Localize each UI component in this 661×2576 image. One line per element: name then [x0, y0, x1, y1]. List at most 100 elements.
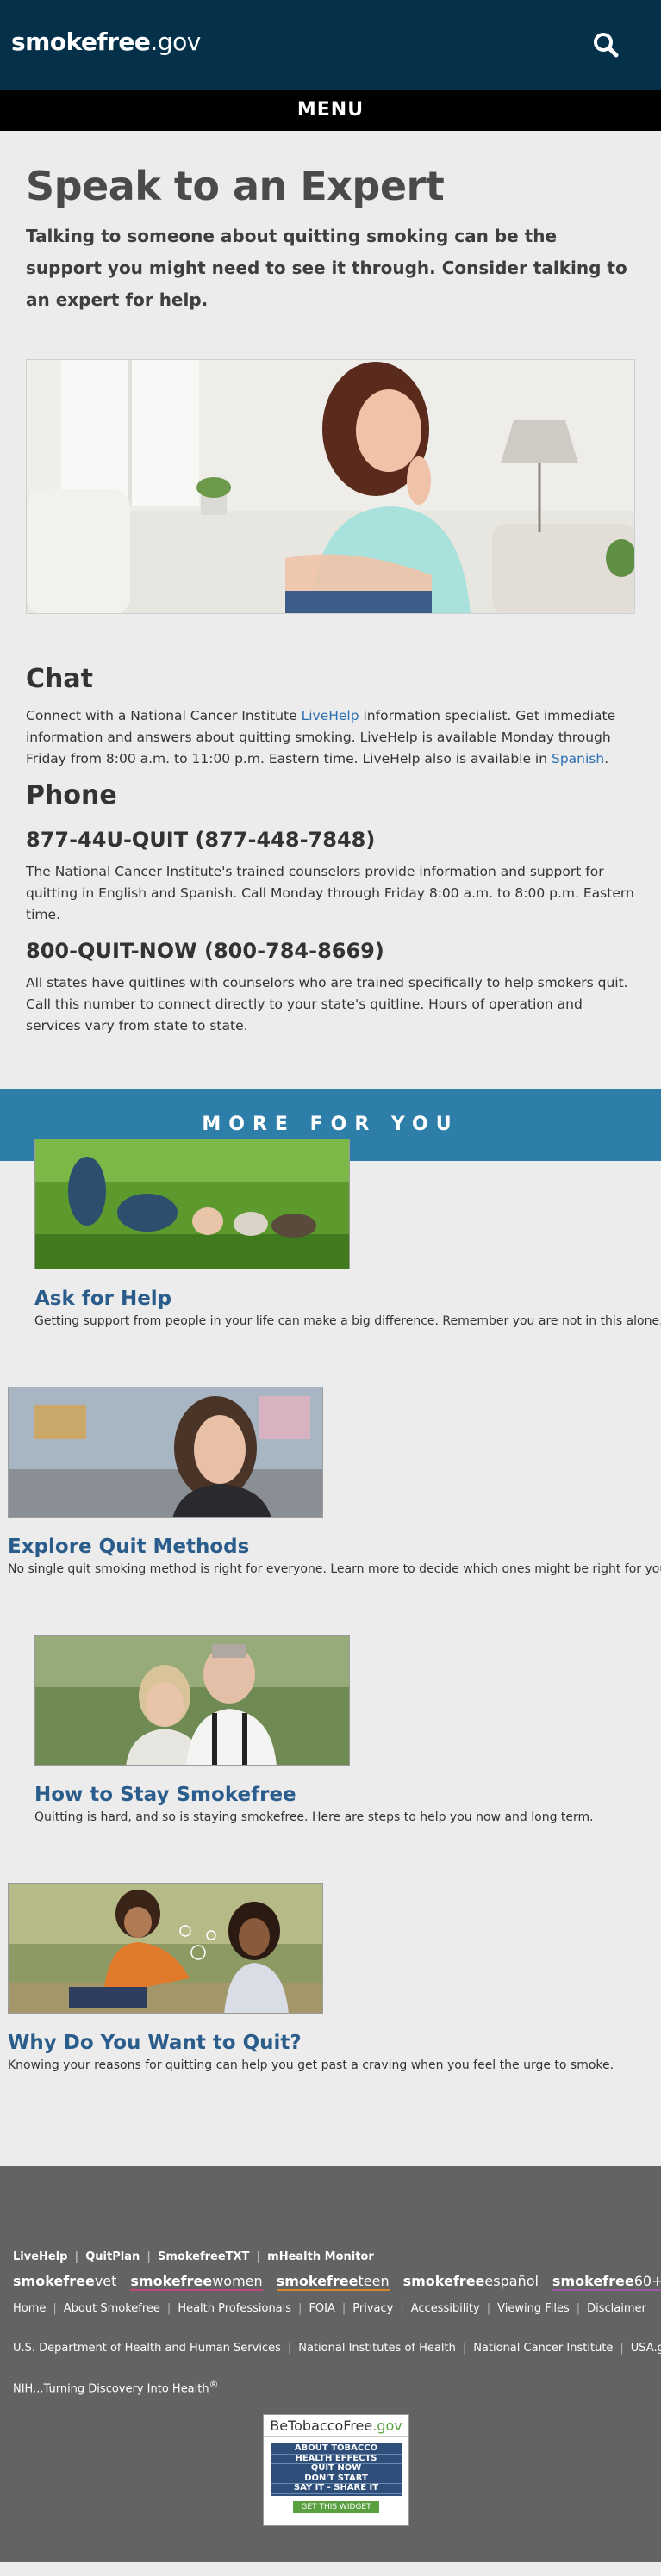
widget-menu: ABOUT TOBACCO HEALTH EFFECTS QUIT NOW DO…: [271, 2443, 402, 2496]
page-lead: Talking to someone about quitting smokin…: [26, 226, 627, 310]
footer-links-row: Home | About Smokefree | Health Professional…: [13, 2302, 646, 2315]
phone-number-quitline[interactable]: 800-QUIT-NOW (800-784-8669): [26, 936, 635, 965]
card-title[interactable]: Ask for Help: [34, 1287, 661, 1311]
card-description: Quitting is hard, and so is staying smok…: [34, 1810, 594, 1824]
search-button[interactable]: [592, 31, 620, 59]
tagline-text: NIH...Turning Discovery Into Health: [13, 2382, 209, 2396]
brand-bold: smokefree: [130, 2273, 213, 2289]
separator: |: [341, 2302, 346, 2315]
site-header: smokefree.gov: [0, 0, 661, 90]
phone-text-quitline: All states have quitlines with counselor…: [26, 975, 628, 1034]
card-title[interactable]: Explore Quit Methods: [8, 1535, 661, 1559]
separator: |: [287, 2342, 292, 2355]
betobaccofree-widget[interactable]: BeTobaccoFree.gov ABOUT TOBACCO HEALTH E…: [263, 2414, 409, 2526]
page-title: Speak to an Expert: [26, 163, 445, 209]
brand-bold: smokefree: [552, 2273, 634, 2289]
card-description: Knowing your reasons for quitting can he…: [8, 2058, 614, 2072]
woman-on-phone-illustration: [27, 360, 634, 613]
footer-link-hhs[interactable]: U.S. Department of Health and Human Serv…: [13, 2342, 281, 2355]
card-image[interactable]: [8, 1883, 323, 2014]
card-description: Getting support from people in your life…: [34, 1314, 661, 1328]
widget-item-quit-now[interactable]: QUIT NOW: [271, 2463, 402, 2474]
card-image[interactable]: [34, 1139, 350, 1269]
brand-rest: vet: [94, 2273, 117, 2289]
get-widget-button[interactable]: GET THIS WIDGET: [293, 2500, 379, 2513]
footer-link-accessibility[interactable]: Accessibility: [411, 2302, 480, 2315]
menu-button[interactable]: MENU: [0, 90, 661, 131]
separator: |: [400, 2302, 404, 2315]
spanish-link[interactable]: Spanish: [552, 751, 604, 767]
brand-link-teen[interactable]: smokefreeteen: [276, 2273, 390, 2291]
footer-link-nci[interactable]: National Cancer Institute: [473, 2342, 613, 2355]
footer-link-health-professionals[interactable]: Health Professionals: [178, 2302, 291, 2315]
hero-image: [26, 359, 635, 614]
separator: |: [147, 2250, 151, 2263]
chat-text-part-1: Connect with a National Cancer Institute: [26, 708, 302, 723]
brand-rest: español: [484, 2273, 539, 2289]
livehelp-link[interactable]: LiveHelp: [302, 708, 359, 723]
site-footer: LiveHelp | QuitPlan | SmokefreeTXT | mHealth M…: [0, 2166, 661, 2562]
phone-number-nci[interactable]: 877-44U-QUIT (877-448-7848): [26, 825, 635, 854]
footer-tools-row: LiveHelp | QuitPlan | SmokefreeTXT | mHealth M…: [13, 2250, 374, 2263]
footer-link-smokefreetxt[interactable]: SmokefreeTXT: [158, 2250, 249, 2263]
footer-tagline[interactable]: NIH...Turning Discovery Into Health®: [13, 2379, 218, 2395]
card-image[interactable]: [8, 1387, 323, 1518]
brand-rest: 60+: [633, 2273, 661, 2289]
card-ask-for-help: Ask for Help Getting support from people…: [34, 1139, 661, 1330]
brand-rest: teen: [358, 2273, 390, 2289]
footer-link-livehelp[interactable]: LiveHelp: [13, 2250, 68, 2263]
logo-bold: smokefree: [11, 28, 151, 56]
card-image[interactable]: [34, 1635, 350, 1766]
brand-bold: smokefree: [402, 2273, 485, 2289]
footer-link-viewing-files[interactable]: Viewing Files: [497, 2302, 570, 2315]
mother-daughter-bubbles-illustration: [9, 1884, 322, 2013]
older-couple-illustration: [35, 1636, 349, 1765]
footer-link-privacy[interactable]: Privacy: [352, 2302, 393, 2315]
widget-item-say-it-share-it[interactable]: SAY IT - SHARE IT: [271, 2483, 402, 2494]
site-logo[interactable]: smokefree.gov: [11, 28, 201, 56]
footer-link-usagov[interactable]: USA.gov: [631, 2342, 661, 2355]
phone-text-nci: The National Cancer Institute's trained …: [26, 864, 634, 922]
tagline-registered-mark: ®: [209, 2379, 219, 2390]
separator: |: [256, 2250, 261, 2263]
separator: |: [620, 2342, 624, 2355]
widget-title-domain: .gov: [372, 2418, 402, 2434]
main-content: Speak to an Expert Talking to someone ab…: [0, 162, 661, 1037]
search-icon: [594, 33, 619, 58]
woman-portrait-illustration: [9, 1387, 322, 1517]
separator: |: [462, 2342, 467, 2355]
footer-link-quitplan[interactable]: QuitPlan: [85, 2250, 140, 2263]
card-how-to-stay-smokefree: How to Stay Smokefree Quitting is hard, …: [34, 1635, 594, 1826]
brand-link-women[interactable]: smokefreewomen: [130, 2273, 263, 2291]
footer-agencies-row: U.S. Department of Health and Human Serv…: [13, 2342, 661, 2355]
chat-text-part-3: .: [604, 751, 609, 767]
widget-item-about-tobacco[interactable]: ABOUT TOBACCO: [271, 2443, 402, 2455]
separator: |: [576, 2302, 581, 2315]
chat-text: Connect with a National Cancer Institute…: [26, 705, 635, 770]
footer-brands-row: smokefreevet smokefreewomen smokefreeteen s…: [13, 2273, 661, 2291]
card-title[interactable]: How to Stay Smokefree: [34, 1783, 594, 1807]
card-description: No single quit smoking method is right f…: [8, 1562, 661, 1576]
brand-link-60plus[interactable]: smokefree60+: [552, 2273, 661, 2291]
phone-heading: Phone: [26, 780, 117, 810]
footer-link-foia[interactable]: FOIA: [309, 2302, 334, 2315]
card-explore-quit-methods: Explore Quit Methods No single quit smok…: [8, 1387, 661, 1578]
separator: |: [486, 2302, 491, 2315]
footer-link-about[interactable]: About Smokefree: [64, 2302, 160, 2315]
brand-link-espanol[interactable]: smokefreeespañol: [403, 2273, 539, 2289]
separator: |: [298, 2302, 302, 2315]
brand-rest: women: [212, 2273, 263, 2289]
footer-link-home[interactable]: Home: [13, 2302, 46, 2315]
friends-on-grass-illustration: [35, 1139, 349, 1269]
footer-link-mhealth-monitor[interactable]: mHealth Monitor: [267, 2250, 374, 2263]
footer-link-nih[interactable]: National Institutes of Health: [298, 2342, 456, 2355]
brand-bold: smokefree: [276, 2273, 359, 2289]
card-title[interactable]: Why Do You Want to Quit?: [8, 2031, 614, 2055]
page-bottom-strip: [0, 2562, 661, 2576]
brand-link-vet[interactable]: smokefreevet: [13, 2273, 116, 2289]
separator: |: [166, 2302, 171, 2315]
widget-title: BeTobaccoFree.gov: [264, 2415, 408, 2437]
widget-title-main: BeTobaccoFree: [270, 2418, 373, 2434]
footer-link-disclaimer[interactable]: Disclaimer: [587, 2302, 646, 2315]
chat-heading: Chat: [26, 664, 93, 694]
